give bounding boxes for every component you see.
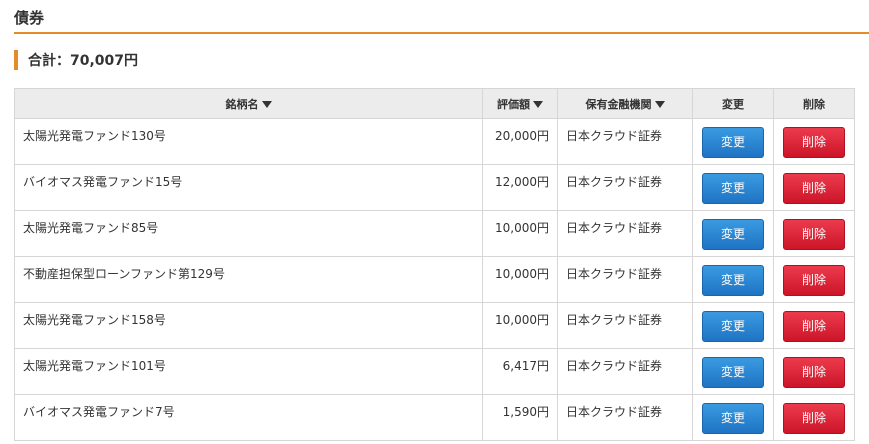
edit-button[interactable]: 変更 xyxy=(702,311,764,342)
edit-button[interactable]: 変更 xyxy=(702,403,764,434)
delete-cell: 削除 xyxy=(773,302,855,349)
edit-cell: 変更 xyxy=(692,394,774,441)
delete-button[interactable]: 削除 xyxy=(783,311,845,342)
delete-button[interactable]: 削除 xyxy=(783,403,845,434)
accent-bar xyxy=(14,50,18,70)
edit-button[interactable]: 変更 xyxy=(702,127,764,158)
holding-value: 20,000円 xyxy=(482,118,558,165)
edit-button[interactable]: 変更 xyxy=(702,265,764,296)
delete-cell: 削除 xyxy=(773,348,855,395)
edit-cell: 変更 xyxy=(692,210,774,257)
delete-button[interactable]: 削除 xyxy=(783,265,845,296)
column-header-value[interactable]: 評価額 xyxy=(482,88,558,119)
delete-button[interactable]: 削除 xyxy=(783,173,845,204)
holding-value: 10,000円 xyxy=(482,256,558,303)
holding-institution: 日本クラウド証券 xyxy=(557,256,693,303)
edit-cell: 変更 xyxy=(692,302,774,349)
delete-cell: 削除 xyxy=(773,164,855,211)
column-header-institution[interactable]: 保有金融機関 xyxy=(557,88,693,119)
delete-button[interactable]: 削除 xyxy=(783,357,845,388)
holding-value: 6,417円 xyxy=(482,348,558,395)
holding-name: バイオマス発電ファンド15号 xyxy=(14,164,483,211)
delete-button[interactable]: 削除 xyxy=(783,127,845,158)
holding-value: 10,000円 xyxy=(482,302,558,349)
table-row: 太陽光発電ファンド101号 6,417円 日本クラウド証券 変更 削除 xyxy=(14,348,855,395)
holding-name: 太陽光発電ファンド130号 xyxy=(14,118,483,165)
edit-cell: 変更 xyxy=(692,164,774,211)
table-row: 太陽光発電ファンド158号 10,000円 日本クラウド証券 変更 削除 xyxy=(14,302,855,349)
edit-cell: 変更 xyxy=(692,256,774,303)
sort-down-icon xyxy=(261,100,272,108)
holding-value: 1,590円 xyxy=(482,394,558,441)
holding-institution: 日本クラウド証券 xyxy=(557,348,693,395)
total-amount: 合計：70,007円 xyxy=(28,53,139,69)
delete-cell: 削除 xyxy=(773,118,855,165)
table-row: 太陽光発電ファンド85号 10,000円 日本クラウド証券 変更 削除 xyxy=(14,210,855,257)
section-header: 債券 xyxy=(14,0,869,34)
holding-value: 10,000円 xyxy=(482,210,558,257)
holding-name: バイオマス発電ファンド7号 xyxy=(14,394,483,441)
sort-down-icon xyxy=(533,100,543,108)
table-row: バイオマス発電ファンド7号 1,590円 日本クラウド証券 変更 削除 xyxy=(14,394,855,441)
edit-cell: 変更 xyxy=(692,348,774,395)
edit-button[interactable]: 変更 xyxy=(702,173,764,204)
table-row: バイオマス発電ファンド15号 12,000円 日本クラウド証券 変更 削除 xyxy=(14,164,855,211)
holding-name: 不動産担保型ローンファンド第129号 xyxy=(14,256,483,303)
total-summary: 合計：70,007円 xyxy=(14,49,138,71)
section-title: 債券 xyxy=(14,9,45,27)
holding-name: 太陽光発電ファンド158号 xyxy=(14,302,483,349)
edit-button[interactable]: 変更 xyxy=(702,219,764,250)
holding-institution: 日本クラウド証券 xyxy=(557,118,693,165)
delete-cell: 削除 xyxy=(773,256,855,303)
column-header-delete: 削除 xyxy=(773,88,855,119)
holding-name: 太陽光発電ファンド85号 xyxy=(14,210,483,257)
column-header-name[interactable]: 銘柄名 xyxy=(14,88,483,119)
holding-institution: 日本クラウド証券 xyxy=(557,164,693,211)
delete-cell: 削除 xyxy=(773,210,855,257)
holding-institution: 日本クラウド証券 xyxy=(557,302,693,349)
sort-down-icon xyxy=(654,100,665,108)
table-row: 不動産担保型ローンファンド第129号 10,000円 日本クラウド証券 変更 削除 xyxy=(14,256,855,303)
holding-institution: 日本クラウド証券 xyxy=(557,394,693,441)
edit-cell: 変更 xyxy=(692,118,774,165)
holding-name: 太陽光発電ファンド101号 xyxy=(14,348,483,395)
table-header-row: 銘柄名 評価額 保有金融機関 変更 削除 xyxy=(14,88,855,119)
edit-button[interactable]: 変更 xyxy=(702,357,764,388)
delete-cell: 削除 xyxy=(773,394,855,441)
table-row: 太陽光発電ファンド130号 20,000円 日本クラウド証券 変更 削除 xyxy=(14,118,855,165)
holdings-table: 銘柄名 評価額 保有金融機関 変更 削除 太陽光発電ファンド130号 20,000… xyxy=(14,88,855,441)
column-header-edit: 変更 xyxy=(692,88,774,119)
delete-button[interactable]: 削除 xyxy=(783,219,845,250)
holding-institution: 日本クラウド証券 xyxy=(557,210,693,257)
holding-value: 12,000円 xyxy=(482,164,558,211)
